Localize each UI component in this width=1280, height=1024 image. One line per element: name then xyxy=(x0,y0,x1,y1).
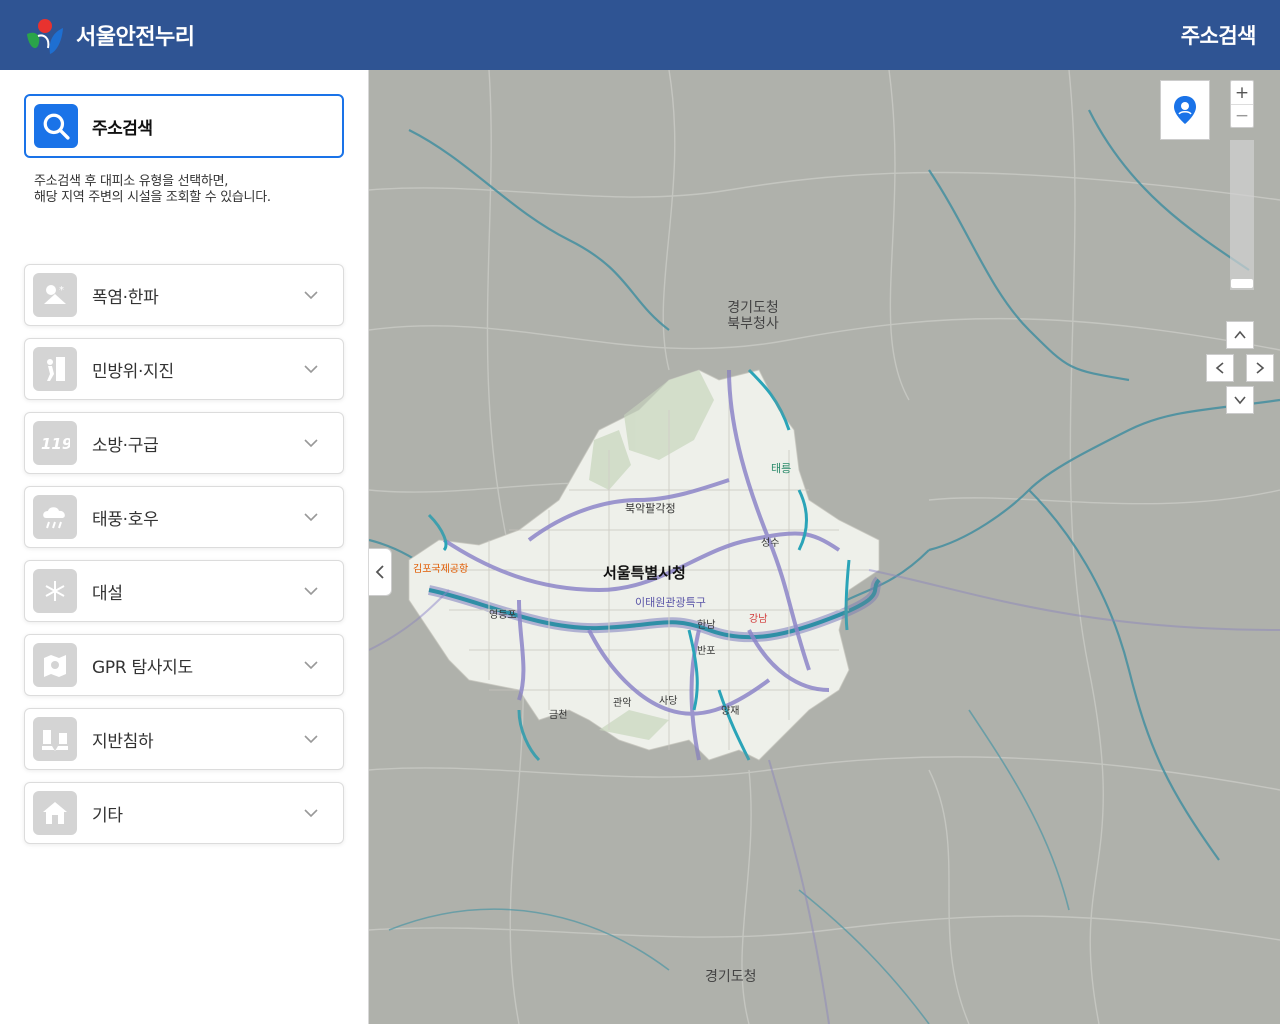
map-label-yeongdeungpo: 영등포 xyxy=(489,610,517,621)
pan-left-button[interactable] xyxy=(1206,354,1234,382)
map-label-gyeonggi-north: 경기도청 북부청사 xyxy=(727,300,779,332)
map-label-seoul-city-hall: 서울특별시청 xyxy=(603,564,686,582)
zoom-control: + − xyxy=(1230,80,1254,128)
chevron-down-icon xyxy=(304,291,318,300)
pan-right-button[interactable] xyxy=(1246,354,1274,382)
heatwave-coldwave-icon: * xyxy=(33,273,77,317)
search-help-text: 주소검색 후 대피소 유형을 선택하면, 해당 지역 주변의 시설을 조회할 수… xyxy=(34,174,271,205)
map-view[interactable]: 서울특별시청 경기도청 북부청사 경기도청 북악팔각정 이태원관광특구 김포국제… xyxy=(369,70,1280,1024)
category-snow[interactable]: 대설 xyxy=(24,560,344,622)
address-search-button[interactable]: 주소검색 xyxy=(24,94,344,158)
chevron-down-icon xyxy=(304,809,318,818)
app-name: 서울안전누리 xyxy=(76,25,195,50)
map-label-sadang: 사당 xyxy=(659,696,678,707)
header: 서울안전누리 주소검색 xyxy=(0,0,1280,70)
chevron-down-icon xyxy=(304,513,318,522)
chevron-down-icon xyxy=(304,661,318,670)
zoom-slider-track[interactable] xyxy=(1230,140,1254,290)
category-ground-subsidence[interactable]: 지반침하 xyxy=(24,708,344,770)
pan-up-button[interactable] xyxy=(1226,321,1254,349)
map-label-itaewon: 이태원관광특구 xyxy=(635,596,706,609)
map-label-geumcheon: 금천 xyxy=(549,710,568,721)
map-label-hannam: 한남 xyxy=(697,620,716,631)
search-icon xyxy=(34,104,78,148)
zoom-out-button[interactable]: − xyxy=(1231,104,1253,127)
chevron-down-icon xyxy=(304,439,318,448)
fire-119-icon: 119 xyxy=(33,421,77,465)
category-civil-defense-earthquake[interactable]: 민방위·지진 xyxy=(24,338,344,400)
chevron-down-icon xyxy=(1234,396,1246,405)
map-label-gyeonggi: 경기도청 xyxy=(705,969,757,985)
chevron-left-icon xyxy=(1215,362,1224,374)
other-house-icon xyxy=(33,791,77,835)
pan-down-button[interactable] xyxy=(1226,386,1254,414)
gpr-map-icon xyxy=(33,643,77,687)
chevron-up-icon xyxy=(1234,330,1246,339)
map-label-yangjae: 양재 xyxy=(721,706,740,717)
seoul-logo-icon xyxy=(27,19,63,54)
map-label-bukak: 북악팔각정 xyxy=(625,502,676,515)
location-pin-icon xyxy=(1174,96,1196,124)
zoom-in-button[interactable]: + xyxy=(1231,81,1253,104)
map-label-taereung: 태릉 xyxy=(771,462,792,475)
map-base-layer xyxy=(369,70,1280,1024)
category-typhoon-rain[interactable]: 태풍·호우 xyxy=(24,486,344,548)
chevron-down-icon xyxy=(304,735,318,744)
category-other[interactable]: 기타 xyxy=(24,782,344,844)
ground-subsidence-icon xyxy=(33,717,77,761)
map-label-gangnam: 강남 xyxy=(749,614,768,625)
my-location-button[interactable] xyxy=(1160,80,1210,140)
shelter-category-list: * 폭염·한파 민방위·지진 119 소방·구급 태풍·호우 대설 GPR 탐사… xyxy=(24,264,344,856)
chevron-right-icon xyxy=(1256,362,1265,374)
category-heatwave-coldwave[interactable]: * 폭염·한파 xyxy=(24,264,344,326)
category-gpr-map[interactable]: GPR 탐사지도 xyxy=(24,634,344,696)
map-label-gimpo-airport: 김포국제공항 xyxy=(413,564,469,575)
snow-icon xyxy=(33,569,77,613)
civil-defense-earthquake-icon xyxy=(33,347,77,391)
page-title: 주소검색 xyxy=(1180,24,1257,48)
typhoon-rain-icon xyxy=(33,495,77,539)
map-label-gwanak: 관악 xyxy=(613,698,632,709)
category-fire-emergency[interactable]: 119 소방·구급 xyxy=(24,412,344,474)
search-label: 주소검색 xyxy=(92,118,153,139)
map-label-banpo: 반포 xyxy=(697,646,716,657)
zoom-slider-thumb[interactable] xyxy=(1231,279,1253,288)
logo[interactable]: 서울안전누리 xyxy=(24,14,195,56)
svg-text:119: 119 xyxy=(41,435,70,453)
sidebar: 주소검색 주소검색 후 대피소 유형을 선택하면, 해당 지역 주변의 시설을 … xyxy=(0,70,369,1024)
chevron-down-icon xyxy=(304,587,318,596)
collapse-sidebar-button[interactable] xyxy=(369,548,392,596)
map-label-seongsu: 성수 xyxy=(761,538,780,549)
chevron-down-icon xyxy=(304,365,318,374)
svg-text:*: * xyxy=(59,285,64,296)
chevron-left-icon xyxy=(375,565,384,579)
